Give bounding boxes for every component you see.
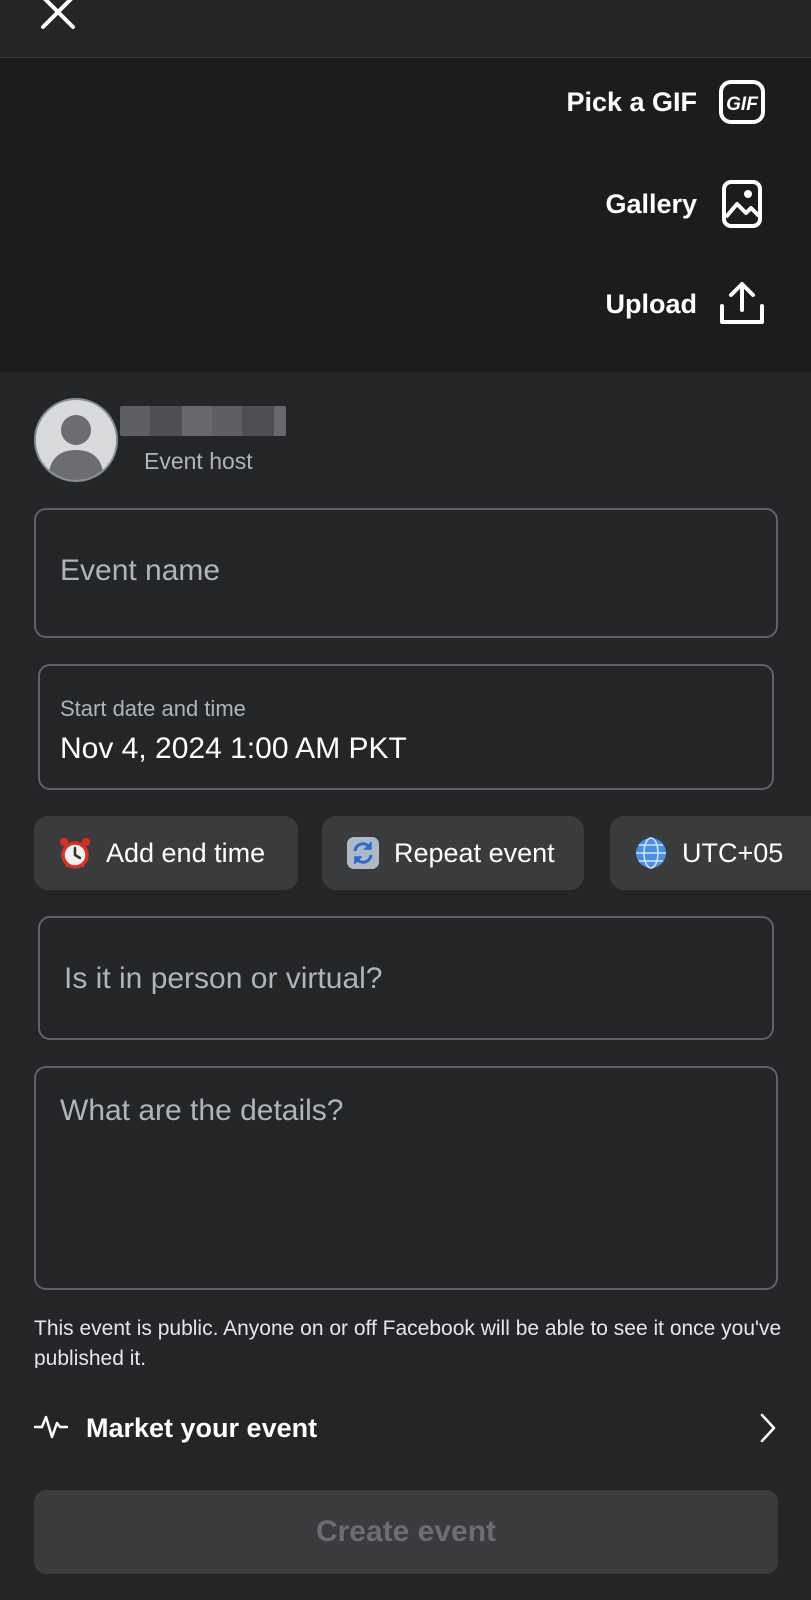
market-your-event-label: Market your event	[86, 1412, 318, 1443]
create-event-button[interactable]: Create event	[34, 1490, 778, 1574]
avatar-icon[interactable]	[34, 398, 118, 482]
details-placeholder: What are the details?	[60, 1094, 344, 1127]
host-role-label: Event host	[144, 448, 253, 474]
timezone-chip[interactable]: UTC+05	[610, 816, 811, 890]
market-your-event-row[interactable]: Market your event	[33, 1400, 778, 1456]
start-date-label: Start date and time	[60, 696, 246, 721]
start-date-field[interactable]: Start date and time Nov 4, 2024 1:00 AM …	[38, 664, 774, 790]
chevron-right-icon	[758, 1412, 778, 1449]
pick-gif-label: Pick a GIF	[566, 86, 697, 117]
repeat-event-chip[interactable]: Repeat event	[322, 816, 584, 890]
close-button[interactable]	[38, 0, 78, 32]
timezone-label: UTC+05	[682, 837, 784, 868]
gallery-icon	[717, 179, 767, 229]
event-name-field[interactable]: Event name	[34, 508, 778, 638]
upload-icon	[717, 279, 767, 329]
close-icon	[40, 0, 76, 37]
public-notice: This event is public. Anyone on or off F…	[34, 1317, 782, 1368]
upload-button[interactable]: Upload	[606, 276, 768, 332]
host-row: Event host	[34, 398, 774, 484]
add-end-time-label: Add end time	[106, 837, 266, 868]
repeat-icon	[346, 836, 380, 870]
gallery-label: Gallery	[605, 188, 697, 219]
svg-text:GIF: GIF	[726, 94, 759, 115]
event-name-placeholder: Event name	[60, 554, 221, 587]
alarm-clock-icon	[58, 836, 92, 870]
globe-icon	[634, 836, 668, 870]
top-bar	[0, 0, 811, 58]
activity-icon	[33, 1411, 69, 1446]
location-field[interactable]: Is it in person or virtual?	[38, 916, 774, 1040]
details-field[interactable]: What are the details?	[34, 1066, 778, 1290]
pick-gif-button[interactable]: Pick a GIF GIF	[566, 74, 767, 130]
bottom-bar: Create event	[0, 1460, 811, 1600]
gallery-button[interactable]: Gallery	[605, 176, 767, 232]
host-name-redacted	[120, 406, 286, 436]
media-options-panel: Pick a GIF GIF Gallery Upload	[0, 58, 811, 372]
repeat-event-label: Repeat event	[394, 837, 555, 868]
gif-icon: GIF	[717, 77, 767, 127]
add-end-time-chip[interactable]: Add end time	[34, 816, 298, 890]
location-placeholder: Is it in person or virtual?	[64, 962, 383, 995]
start-date-value: Nov 4, 2024 1:00 AM PKT	[60, 732, 407, 765]
upload-label: Upload	[605, 288, 698, 319]
